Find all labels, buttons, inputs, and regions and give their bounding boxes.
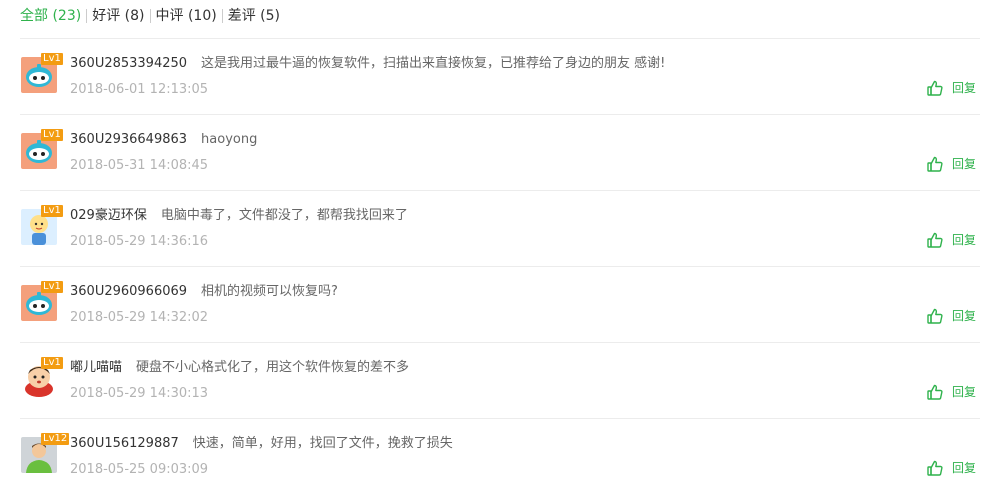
- tab-negative[interactable]: 差评 (5): [228, 6, 280, 26]
- username[interactable]: 360U2853394250: [70, 56, 187, 71]
- tab-all[interactable]: 全部 (23): [20, 6, 81, 26]
- comment-item: Lv1 360U2960966069 相机的视频可以恢复吗? 2018-05-29 1…: [20, 267, 980, 343]
- row-divider: [20, 342, 980, 343]
- username[interactable]: 嘟儿喵喵: [70, 360, 122, 375]
- level-badge: Lv12: [41, 433, 70, 445]
- tab-positive[interactable]: 好评 (8): [92, 6, 144, 26]
- comment-text: haoyong: [201, 132, 258, 147]
- comment-item: Lv1 360U2853394250 这是我用过最牛逼的恢复软件，扫描出来直接恢复，…: [20, 39, 980, 115]
- comment-line: 360U156129887 快速，简单，好用，找回了文件，挽救了损失: [70, 435, 453, 453]
- reply-button[interactable]: 回复: [952, 384, 976, 400]
- username[interactable]: 360U2960966069: [70, 284, 187, 299]
- row-divider: [20, 266, 980, 267]
- thumbs-up-icon[interactable]: [926, 231, 944, 249]
- row-divider: [20, 38, 980, 39]
- reply-button[interactable]: 回复: [952, 308, 976, 324]
- comment-text: 电脑中毒了，文件都没了，都帮我找回来了: [160, 208, 408, 223]
- tab-divider: [221, 9, 223, 23]
- row-divider: [20, 418, 980, 419]
- comment-text: 这是我用过最牛逼的恢复软件，扫描出来直接恢复，已推荐给了身边的朋友 感谢!: [201, 56, 666, 71]
- reply-button[interactable]: 回复: [952, 80, 976, 96]
- comment-line: 360U2853394250 这是我用过最牛逼的恢复软件，扫描出来直接恢复，已推荐…: [70, 55, 665, 73]
- comment-item: Lv1 嘟儿喵喵 硬盘不小心格式化了，用这个软件恢复的差不多 2018-05-29 1…: [20, 343, 980, 419]
- comment-timestamp: 2018-05-29 14:32:02: [70, 310, 209, 325]
- level-badge: Lv1: [41, 205, 63, 217]
- tab-neutral[interactable]: 中评 (10): [156, 6, 217, 26]
- comment-text: 相机的视频可以恢复吗?: [201, 284, 338, 299]
- username[interactable]: 360U2936649863: [70, 132, 187, 147]
- comment-line: 360U2936649863 haoyong: [70, 131, 257, 149]
- thumbs-up-icon[interactable]: [926, 383, 944, 401]
- tab-divider: [86, 9, 88, 23]
- level-badge: Lv1: [41, 129, 63, 141]
- rating-filter-tabs: 全部 (23) 好评 (8) 中评 (10) 差评 (5): [20, 6, 280, 26]
- reply-button[interactable]: 回复: [952, 156, 976, 172]
- thumbs-up-icon[interactable]: [926, 459, 944, 477]
- level-badge: Lv1: [41, 53, 63, 65]
- comment-timestamp: 2018-05-25 09:03:09: [70, 462, 209, 477]
- comment-timestamp: 2018-06-01 12:13:05: [70, 82, 209, 97]
- thumbs-up-icon[interactable]: [926, 307, 944, 325]
- comment-item: Lv1 029豪迈环保 电脑中毒了，文件都没了，都帮我找回来了 2018-05-29 …: [20, 191, 980, 267]
- comment-text: 快速，简单，好用，找回了文件，挽救了损失: [192, 436, 453, 451]
- comment-item: Lv12 360U156129887 快速，简单，好用，找回了文件，挽救了损失 201…: [20, 419, 980, 495]
- username[interactable]: 360U156129887: [70, 436, 179, 451]
- comment-timestamp: 2018-05-31 14:08:45: [70, 158, 209, 173]
- reply-button[interactable]: 回复: [952, 460, 976, 476]
- thumbs-up-icon[interactable]: [926, 155, 944, 173]
- level-badge: Lv1: [41, 281, 63, 293]
- username[interactable]: 029豪迈环保: [70, 208, 147, 223]
- tab-divider: [149, 9, 151, 23]
- comment-item: Lv1 360U2936649863 haoyong 2018-05-31 14:08…: [20, 115, 980, 191]
- level-badge: Lv1: [41, 357, 63, 369]
- comment-text: 硬盘不小心格式化了，用这个软件恢复的差不多: [136, 360, 410, 375]
- reply-button[interactable]: 回复: [952, 232, 976, 248]
- row-divider: [20, 190, 980, 191]
- comment-timestamp: 2018-05-29 14:36:16: [70, 234, 209, 249]
- row-divider: [20, 114, 980, 115]
- comment-timestamp: 2018-05-29 14:30:13: [70, 386, 209, 401]
- comment-line: 嘟儿喵喵 硬盘不小心格式化了，用这个软件恢复的差不多: [70, 359, 409, 377]
- thumbs-up-icon[interactable]: [926, 79, 944, 97]
- comment-line: 029豪迈环保 电脑中毒了，文件都没了，都帮我找回来了: [70, 207, 408, 225]
- comment-line: 360U2960966069 相机的视频可以恢复吗?: [70, 283, 338, 301]
